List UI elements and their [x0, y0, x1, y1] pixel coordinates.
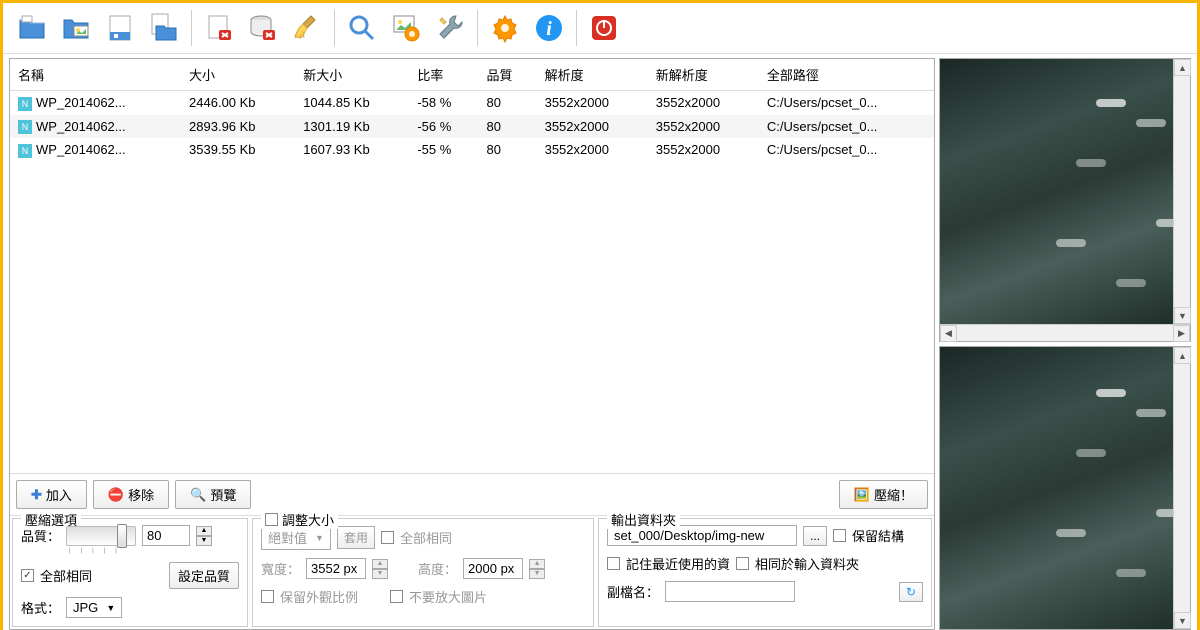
- reset-suffix-button[interactable]: ↻: [899, 582, 923, 602]
- format-select[interactable]: JPG▼: [66, 597, 122, 618]
- zoom-icon[interactable]: [341, 7, 383, 49]
- preview-panel: ▲▼ ◀▶ ▲▼: [939, 58, 1191, 630]
- col-newsize[interactable]: 新大小: [295, 59, 409, 91]
- open-folder-icon[interactable]: [11, 7, 53, 49]
- delete-file-icon[interactable]: [198, 7, 240, 49]
- scroll-left-icon[interactable]: ◀: [940, 325, 957, 342]
- scroll-down-icon[interactable]: ▼: [1174, 307, 1191, 324]
- width-spinner[interactable]: ▲▼: [372, 559, 388, 579]
- resize-options-group: 調整大小 絕對值▼ 套用 全部相同 寬度： ▲▼ 高度：: [252, 518, 594, 627]
- toolbar-separator: [191, 10, 192, 46]
- col-ratio[interactable]: 比率: [409, 59, 478, 91]
- col-quality[interactable]: 品質: [478, 59, 536, 91]
- all-same-label: 全部相同: [40, 566, 92, 585]
- preview-button[interactable]: 🔍預覽: [175, 480, 251, 509]
- toolbar-separator: [576, 10, 577, 46]
- browse-button[interactable]: ...: [803, 526, 827, 546]
- output-options-title: 輸出資料夾: [607, 510, 680, 529]
- preview-image-compressed[interactable]: [940, 347, 1173, 629]
- settings-gear-icon[interactable]: [484, 7, 526, 49]
- preview-image-original[interactable]: [940, 59, 1173, 324]
- preview-original: ▲▼ ◀▶: [939, 58, 1191, 342]
- image-icon: 🖼️: [854, 487, 870, 503]
- keep-structure-checkbox[interactable]: [833, 529, 846, 542]
- keep-ratio-label: 保留外觀比例: [280, 587, 358, 606]
- quality-slider[interactable]: [66, 526, 136, 546]
- forbid-icon: ⛔: [108, 487, 124, 503]
- refresh-icon: ↻: [906, 585, 916, 599]
- col-size[interactable]: 大小: [181, 59, 295, 91]
- compress-button[interactable]: 🖼️壓縮！: [839, 480, 928, 509]
- file-table: 名稱 大小 新大小 比率 品質 解析度 新解析度 全部路徑 NWP_201406…: [10, 59, 934, 162]
- resize-all-same-checkbox[interactable]: [381, 531, 394, 544]
- add-button[interactable]: ✚加入: [16, 480, 87, 509]
- col-newres[interactable]: 新解析度: [648, 59, 759, 91]
- file-list-panel: 名稱 大小 新大小 比率 品質 解析度 新解析度 全部路徑 NWP_201406…: [9, 58, 935, 630]
- quality-spinner[interactable]: ▲▼: [196, 526, 212, 546]
- scrollbar-horizontal[interactable]: ◀▶: [940, 324, 1190, 341]
- format-label: 格式：: [21, 598, 60, 617]
- file-type-icon: N: [18, 144, 32, 158]
- table-row[interactable]: NWP_2014062...2893.96 Kb1301.19 Kb-56 %8…: [10, 115, 934, 139]
- resize-enable-checkbox[interactable]: [265, 513, 278, 526]
- scroll-right-icon[interactable]: ▶: [1173, 325, 1190, 342]
- magnifier-icon: 🔍: [190, 487, 206, 503]
- quality-input[interactable]: [142, 525, 190, 546]
- toolbar-separator: [477, 10, 478, 46]
- col-name[interactable]: 名稱: [10, 59, 181, 91]
- same-as-input-checkbox[interactable]: [736, 557, 749, 570]
- scroll-up-icon[interactable]: ▲: [1174, 59, 1191, 76]
- preview-compressed: ▲▼: [939, 346, 1191, 630]
- info-icon[interactable]: i: [528, 7, 570, 49]
- resize-options-title: 調整大小: [261, 510, 338, 529]
- col-res[interactable]: 解析度: [537, 59, 648, 91]
- remember-recent-checkbox[interactable]: [607, 557, 620, 570]
- svg-text:i: i: [546, 18, 552, 40]
- height-label: 高度：: [418, 559, 457, 578]
- image-settings-icon[interactable]: [385, 7, 427, 49]
- width-input[interactable]: [306, 558, 366, 579]
- suffix-input[interactable]: [665, 581, 795, 602]
- all-same-checkbox[interactable]: ✓: [21, 569, 34, 582]
- resize-all-same-label: 全部相同: [400, 528, 452, 547]
- remove-button[interactable]: ⛔移除: [93, 480, 169, 509]
- same-as-input-label: 相同於輸入資料夾: [755, 554, 859, 573]
- col-path[interactable]: 全部路徑: [759, 59, 934, 91]
- scrollbar-vertical[interactable]: ▲▼: [1173, 347, 1190, 629]
- suffix-label: 副檔名：: [607, 582, 659, 601]
- clean-brush-icon[interactable]: [286, 7, 328, 49]
- open-folder-photo-icon[interactable]: [55, 7, 97, 49]
- chevron-down-icon: ▼: [315, 533, 324, 543]
- height-input[interactable]: [463, 558, 523, 579]
- save-icon[interactable]: [99, 7, 141, 49]
- save-to-folder-icon[interactable]: [143, 7, 185, 49]
- action-bar: ✚加入 ⛔移除 🔍預覽 🖼️壓縮！: [10, 473, 934, 515]
- power-off-icon[interactable]: [583, 7, 625, 49]
- compress-options-group: 壓縮選項 品質： ▲▼ ||||| ✓ 全部相同 設定品質: [12, 518, 248, 627]
- no-enlarge-checkbox[interactable]: [390, 590, 403, 603]
- file-type-icon: N: [18, 120, 32, 134]
- width-label: 寬度：: [261, 559, 300, 578]
- options-panels: 壓縮選項 品質： ▲▼ ||||| ✓ 全部相同 設定品質: [10, 515, 934, 629]
- output-options-group: 輸出資料夾 ... 保留結構 記住最近使用的資 相同於輸入資料夾: [598, 518, 932, 627]
- delete-drive-icon[interactable]: [242, 7, 284, 49]
- chevron-down-icon: ▼: [106, 603, 115, 613]
- tools-wrench-icon[interactable]: [429, 7, 471, 49]
- keep-structure-label: 保留結構: [852, 526, 904, 545]
- table-row[interactable]: NWP_2014062...2446.00 Kb1044.85 Kb-58 %8…: [10, 91, 934, 115]
- table-row[interactable]: NWP_2014062...3539.55 Kb1607.93 Kb-55 %8…: [10, 138, 934, 162]
- remember-recent-label: 記住最近使用的資: [626, 554, 730, 573]
- scrollbar-vertical[interactable]: ▲▼: [1173, 59, 1190, 324]
- no-enlarge-label: 不要放大圖片: [409, 587, 487, 606]
- toolbar-separator: [334, 10, 335, 46]
- scroll-down-icon[interactable]: ▼: [1174, 612, 1191, 629]
- file-type-icon: N: [18, 97, 32, 111]
- scroll-up-icon[interactable]: ▲: [1174, 347, 1191, 364]
- apply-button[interactable]: 套用: [337, 526, 375, 549]
- keep-ratio-checkbox[interactable]: [261, 590, 274, 603]
- plus-icon: ✚: [31, 487, 42, 503]
- set-quality-button[interactable]: 設定品質: [169, 562, 239, 589]
- height-spinner[interactable]: ▲▼: [529, 559, 545, 579]
- main-toolbar: i: [3, 3, 1197, 54]
